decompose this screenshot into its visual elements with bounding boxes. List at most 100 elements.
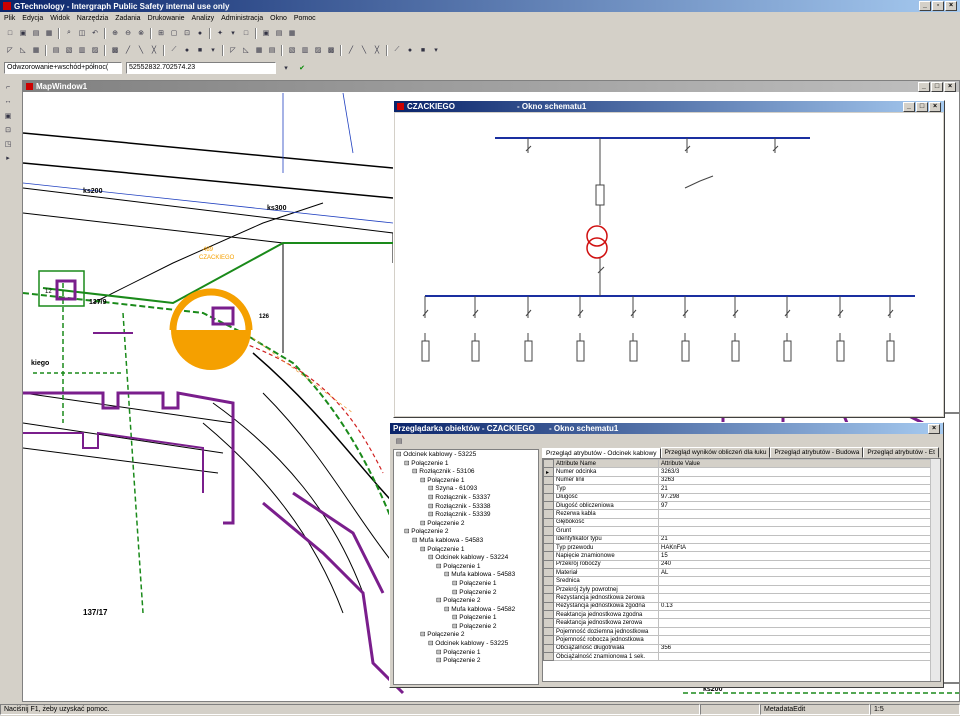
toolbar-button-icon[interactable]: ▦ — [253, 45, 265, 56]
toolbar-button-icon[interactable]: ⊗ — [135, 28, 147, 39]
toolbar-button-icon[interactable]: ⊡ — [181, 28, 193, 39]
attribute-value[interactable] — [658, 517, 940, 528]
attribute-value[interactable] — [658, 626, 940, 637]
toolbar-button-icon[interactable]: ▩ — [109, 45, 121, 56]
menu-item[interactable]: Widok — [50, 15, 69, 23]
toolbar-button-icon[interactable]: ✦ — [214, 28, 226, 39]
table-row[interactable]: Reaktancja jednostkowa zerowa — [543, 618, 940, 628]
tree-node[interactable]: ⊟ Połączenie 1 — [396, 580, 536, 589]
tree-node[interactable]: ⊟ Szyna - 61093 — [396, 485, 536, 494]
attribute-tab[interactable]: Przegląd atrybutów - Et — [863, 447, 939, 458]
menu-item[interactable]: Okno — [270, 15, 287, 23]
attribute-value[interactable]: 240 — [658, 559, 940, 570]
menu-item[interactable]: Administracja — [221, 15, 263, 23]
table-row[interactable]: Materiał AL — [543, 568, 940, 578]
schema-maximize-button[interactable]: □ — [916, 101, 928, 112]
schema-close-button[interactable]: × — [929, 101, 941, 112]
toolbar-button-icon[interactable]: ╳ — [148, 45, 160, 56]
toolbar-button-icon[interactable]: ⟋ — [168, 45, 180, 56]
attribute-value[interactable] — [658, 610, 940, 620]
row-header[interactable] — [543, 542, 554, 553]
table-row[interactable]: Pojemność doziemna jednostkowa — [543, 626, 940, 637]
toolbar-button-icon[interactable]: ╲ — [135, 45, 147, 56]
tree-node[interactable]: ⊟ Połączenie 1 — [396, 649, 536, 658]
toolbar-button-icon[interactable]: ╱ — [122, 45, 134, 56]
table-row[interactable]: Reaktancja jednostkowa zgodna — [543, 610, 940, 620]
attribute-value[interactable] — [658, 618, 940, 628]
toolbar-button-icon[interactable]: □ — [4, 28, 16, 39]
attribute-value[interactable]: 21 — [658, 534, 940, 544]
table-row[interactable]: Głębokość — [543, 517, 940, 528]
toolbar-button-icon[interactable]: □ — [240, 28, 252, 39]
row-header[interactable] — [543, 559, 554, 570]
menu-item[interactable]: Pomoc — [294, 15, 316, 23]
menu-item[interactable]: Narzędzia — [77, 15, 109, 23]
tree-node[interactable]: ⊟ Połączenie 1 — [396, 546, 536, 555]
toolbar-button-icon[interactable]: ▤ — [266, 45, 278, 56]
table-row[interactable]: Grunt — [543, 526, 940, 536]
attribute-value[interactable]: HAKnFtA — [658, 542, 940, 553]
toolbar-button-icon[interactable]: ▤ — [50, 45, 62, 56]
toolbar-button-icon[interactable]: ⌕ — [63, 28, 75, 39]
tree-node[interactable]: ⊟ Połączenie 1 — [396, 477, 536, 486]
schema-minimize-button[interactable]: _ — [903, 101, 915, 112]
tree-node[interactable]: ⊟ Połączenie 2 — [396, 597, 536, 606]
tree-node[interactable]: ⊟ Połączenie 1 — [396, 614, 536, 623]
toolbar-button-icon[interactable]: ▥ — [299, 45, 311, 56]
row-header[interactable] — [543, 584, 554, 595]
projection-combo[interactable]: Odwzorowanie+wschód+północ( — [4, 62, 122, 74]
attribute-value[interactable] — [658, 526, 940, 536]
attribute-value[interactable] — [658, 576, 940, 586]
restore-button[interactable]: ▫ — [932, 1, 944, 11]
tree-node[interactable]: ⊟ Rozłącznik - 53337 — [396, 494, 536, 503]
tree-node[interactable]: ⊟ Połączenie 2 — [396, 623, 536, 632]
toolbar-button-icon[interactable]: ▩ — [325, 45, 337, 56]
row-header[interactable] — [543, 484, 554, 494]
table-row[interactable]: Długość 97.298 — [543, 492, 940, 502]
row-header[interactable] — [543, 593, 554, 603]
tree-node[interactable]: ⊟ Rozłącznik - 53338 — [396, 503, 536, 512]
toolbar-button-icon[interactable]: ⊞ — [155, 28, 167, 39]
schema-canvas[interactable] — [395, 113, 943, 416]
toolbar-button-icon[interactable]: ↶ — [89, 28, 101, 39]
browser-view-icon[interactable]: ▤ — [393, 435, 405, 446]
attribute-value[interactable] — [658, 584, 940, 595]
attribute-value[interactable]: 3263/3 — [658, 467, 940, 477]
menu-item[interactable]: Edycja — [22, 15, 43, 23]
row-header[interactable] — [543, 509, 554, 519]
attribute-value[interactable]: 0.13 — [658, 601, 940, 612]
dropdown-icon[interactable]: ▾ — [280, 63, 292, 74]
attribute-value[interactable] — [658, 635, 940, 645]
toolbar-button-icon[interactable]: ● — [194, 28, 206, 39]
toolbar-button-icon[interactable]: ╳ — [371, 45, 383, 56]
coordinate-field[interactable]: 52552832.702574.23 — [126, 62, 276, 74]
toolbar-button-icon[interactable]: ▥ — [76, 45, 88, 56]
toolbar-button-icon[interactable]: ▣ — [260, 28, 272, 39]
row-header[interactable] — [543, 643, 554, 654]
toolbar-button-icon[interactable]: ▤ — [273, 28, 285, 39]
table-row[interactable]: Rezerwa kabla — [543, 509, 940, 519]
tree-node[interactable]: ⊟ Odcinek kablowy - 53224 — [396, 554, 536, 563]
row-header[interactable] — [543, 635, 554, 645]
tree-node[interactable]: ⊟ Rozłącznik - 53106 — [396, 468, 536, 477]
toolbar-button-icon[interactable]: ▧ — [286, 45, 298, 56]
column-header-name[interactable]: Attribute Name — [553, 459, 659, 469]
row-header[interactable] — [543, 475, 554, 486]
table-row[interactable]: Przekrój żyły powrotnej — [543, 584, 940, 595]
toolbar-button-icon[interactable]: ◸ — [227, 45, 239, 56]
map-maximize-button[interactable]: □ — [931, 81, 943, 92]
attribute-value[interactable]: 97 — [658, 500, 940, 511]
table-row[interactable]: Pojemność robocza jednostkowa — [543, 635, 940, 645]
toolbar-button-icon[interactable]: ● — [181, 45, 193, 56]
table-row[interactable]: Średnica — [543, 576, 940, 586]
attribute-value[interactable]: 356 — [658, 643, 940, 654]
vertical-tool-icon[interactable]: ▣ — [2, 110, 14, 121]
toolbar-button-icon[interactable]: ◺ — [240, 45, 252, 56]
toolbar-button-icon[interactable]: ▦ — [286, 28, 298, 39]
toolbar-button-icon[interactable]: ╲ — [358, 45, 370, 56]
toolbar-button-icon[interactable]: ■ — [417, 45, 429, 56]
table-row[interactable]: Obciążalność znamionowa 1 sek. — [543, 651, 940, 662]
toolbar-button-icon[interactable]: ▣ — [17, 28, 29, 39]
vertical-tool-icon[interactable]: ▸ — [2, 152, 14, 163]
toolbar-button-icon[interactable]: ▾ — [227, 28, 239, 39]
